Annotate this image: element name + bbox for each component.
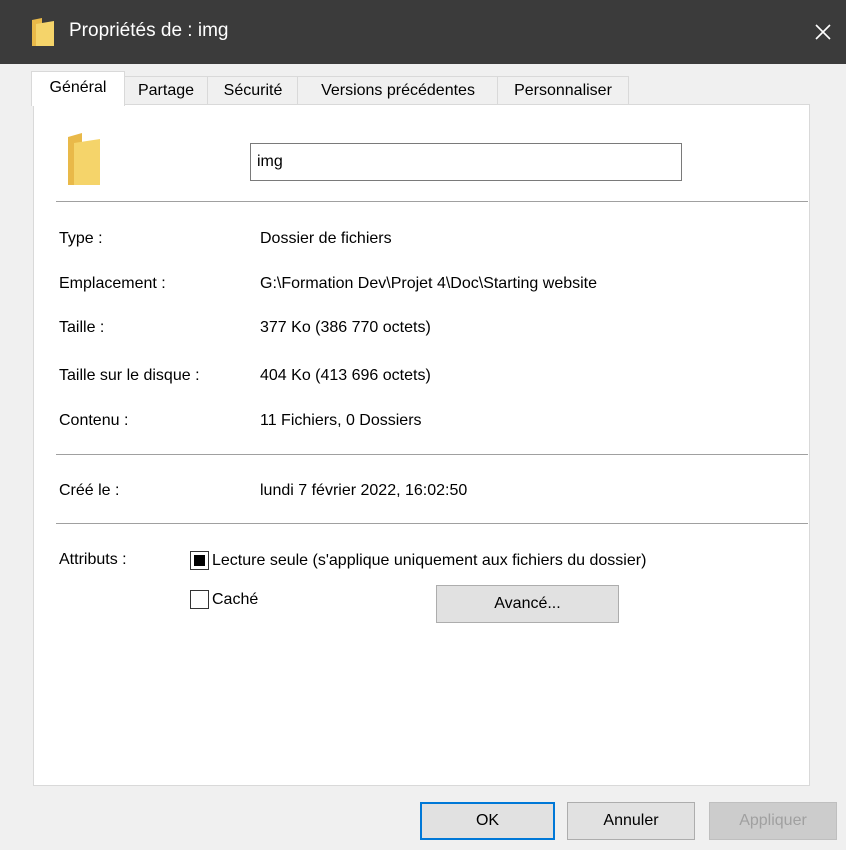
type-label: Type : [59,230,103,247]
general-panel: Type : Dossier de fichiers Emplacement :… [33,104,810,786]
contents-label: Contenu : [59,412,129,429]
advanced-button[interactable]: Avancé... [436,585,619,623]
tab-previous-versions[interactable]: Versions précédentes [297,76,499,105]
tab-sharing[interactable]: Partage [123,76,209,105]
attributes-label: Attributs : [59,551,127,568]
contents-value: 11 Fichiers, 0 Dossiers [260,412,422,429]
hidden-attribute[interactable]: Caché [190,590,258,609]
separator [56,454,808,455]
readonly-attribute[interactable]: Lecture seule (s'applique uniquement aux… [190,551,646,570]
readonly-checkbox[interactable] [190,551,209,570]
close-button[interactable] [800,0,846,64]
folder-icon [32,18,54,46]
title-bar: Propriétés de : img [0,0,846,64]
cancel-button[interactable]: Annuler [567,802,695,840]
location-label: Emplacement : [59,275,166,292]
size-label: Taille : [59,319,105,336]
hidden-label: Caché [212,590,259,608]
size-on-disk-label: Taille sur le disque : [59,367,200,384]
separator [56,201,808,202]
hidden-checkbox[interactable] [190,590,209,609]
ok-button[interactable]: OK [420,802,555,840]
separator [56,523,808,524]
apply-button[interactable]: Appliquer [709,802,837,840]
tab-customize[interactable]: Personnaliser [497,76,629,105]
close-icon [815,24,831,40]
created-label: Créé le : [59,482,120,499]
size-on-disk-value: 404 Ko (413 696 octets) [260,367,431,384]
window-title: Propriétés de : img [69,20,229,41]
created-value: lundi 7 février 2022, 16:02:50 [260,482,468,499]
tab-general[interactable]: Général [31,71,125,106]
size-value: 377 Ko (386 770 octets) [260,319,431,336]
tab-security[interactable]: Sécurité [207,76,299,105]
readonly-label: Lecture seule (s'applique uniquement aux… [212,551,647,569]
type-value: Dossier de fichiers [260,230,392,247]
folder-icon [68,133,100,185]
folder-name-input[interactable] [250,143,682,181]
location-value: G:\Formation Dev\Projet 4\Doc\Starting w… [260,275,598,292]
